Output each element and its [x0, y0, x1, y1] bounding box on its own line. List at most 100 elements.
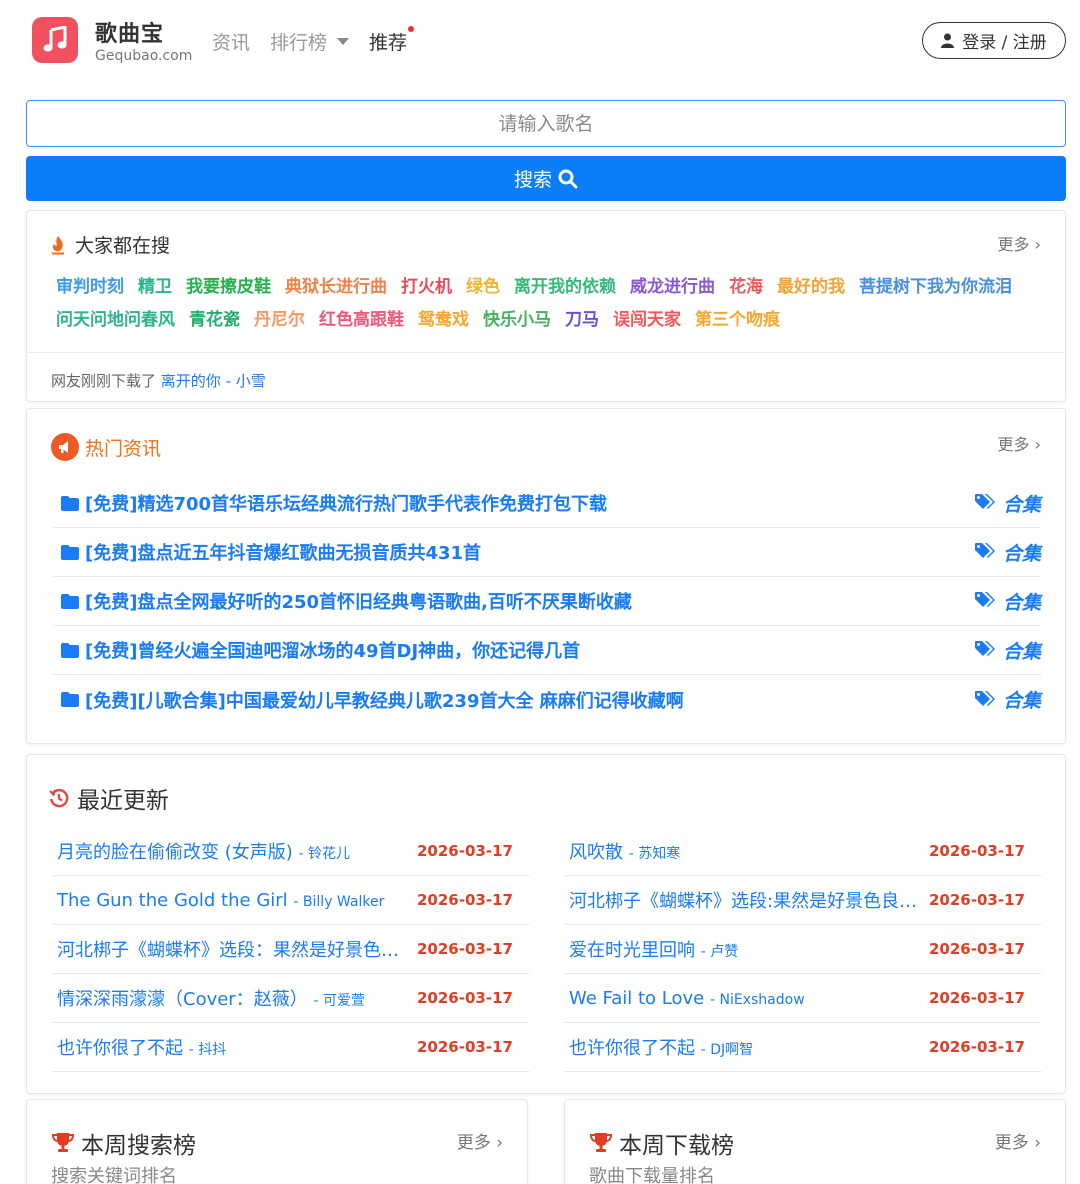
news-tag-label: 合集 [1002, 493, 1041, 516]
song-title: 情深深雨濛濛（Cover：赵薇） [57, 989, 308, 1010]
hot-search-tag[interactable]: 鸳鸯戏 [418, 304, 469, 337]
music-note-logo-icon[interactable] [32, 17, 78, 63]
hot-search-tag[interactable]: 威龙进行曲 [630, 271, 715, 304]
brand-domain: Gequbao.com [95, 48, 193, 64]
hot-search-tag[interactable]: 精卫 [138, 271, 172, 304]
hot-search-tag[interactable]: 丹尼尔 [254, 304, 305, 337]
update-date: 2026-03-17 [929, 891, 1025, 909]
song-artist: - 苏知寒 [628, 846, 681, 862]
update-date: 2026-03-17 [929, 940, 1025, 958]
hot-search-tag[interactable]: 问天问地问春风 [56, 304, 175, 337]
song-artist: - 可爱萱 [313, 993, 365, 1009]
hot-search-tag[interactable]: 花海 [729, 271, 763, 304]
latest-updates-card: 最近更新 月亮的脸在偷偷改变 (女声版) - 铃花儿 2026-03-17 The … [26, 754, 1066, 1094]
hot-search-tag[interactable]: 误闯天家 [613, 304, 681, 337]
nav-recommend[interactable]: 推荐 [369, 26, 415, 55]
hot-search-tag[interactable]: 刀马 [565, 304, 599, 337]
fire-icon [52, 235, 64, 254]
latest-updates-right-column: 风吹散 - 苏知寒 2026-03-17 河北梆子《蝴蝶杯》选段:果然是好景色良辰美… [565, 827, 1041, 1072]
hot-search-tag[interactable]: 青花瓷 [189, 304, 240, 337]
song-link[interactable]: 河北梆子《蝴蝶杯》选段：果然是好景色良辰美景 [53, 936, 413, 962]
megaphone-icon [51, 433, 79, 461]
weekly-search-more-link[interactable]: 更多 › [457, 1128, 503, 1153]
news-title-link[interactable]: [免费]盘点近五年抖音爆红歌曲无损音质共431首 [53, 539, 481, 565]
folder-icon [61, 495, 79, 511]
song-artist: - NiExshadow [709, 991, 805, 1008]
news-collection-tag[interactable]: 合集 [974, 490, 1041, 517]
song-link[interactable]: 也许你很了不起 - DJ啊智 [565, 1034, 925, 1060]
latest-updates-title: 最近更新 [77, 788, 169, 814]
song-title: 也许你很了不起 [57, 1038, 183, 1059]
news-row: [免费]精选700首华语乐坛经典流行热门歌手代表作免费打包下载 合集 [53, 479, 1041, 528]
hot-search-tag[interactable]: 菩提树下我为你流泪 [859, 271, 1012, 304]
song-link[interactable]: We Fail to Love - NiExshadow [565, 988, 925, 1009]
news-title-link[interactable]: [免费]盘点全网最好听的250首怀旧经典粤语歌曲,百听不厌果断收藏 [53, 588, 632, 614]
latest-updates-header: 最近更新 [49, 781, 169, 815]
song-title: 月亮的脸在偷偷改变 (女声版) [57, 842, 293, 863]
news-collection-tag[interactable]: 合集 [974, 588, 1041, 615]
artist-name: 铃花儿 [308, 846, 351, 862]
weekly-download-more-link[interactable]: 更多 › [995, 1128, 1041, 1153]
news-tag-label: 合集 [1002, 591, 1041, 614]
hot-news-header: 热门资讯 [51, 433, 161, 461]
news-title-link[interactable]: [免费][儿歌合集]中国最爱幼儿早教经典儿歌239首大全 麻麻们记得收藏啊 [53, 687, 684, 713]
nav-recommend-label: 推荐 [369, 32, 408, 54]
hot-news-more-link[interactable]: 更多 › [998, 431, 1042, 455]
brand-name[interactable]: 歌曲宝 [95, 16, 164, 48]
news-row: [免费][儿歌合集]中国最爱幼儿早教经典儿歌239首大全 麻麻们记得收藏啊 合集 [53, 675, 1041, 724]
nav-rank-label: 排行榜 [270, 32, 328, 54]
folder-icon [61, 544, 79, 560]
news-title-link[interactable]: [免费]曾经火遍全国迪吧溜冰场的49首DJ神曲，你还记得几首 [53, 637, 580, 663]
news-collection-tag[interactable]: 合集 [974, 539, 1041, 566]
news-title-link[interactable]: [免费]精选700首华语乐坛经典流行热门歌手代表作免费打包下载 [53, 490, 607, 516]
hot-search-tags: 审判时刻 精卫 我要擦皮鞋 典狱长进行曲 打火机 绿色 离开我的依赖 威龙进行曲 花海 最好的我菩… [56, 271, 1046, 337]
hot-search-tag[interactable]: 离开我的依赖 [514, 271, 616, 304]
song-link[interactable]: 也许你很了不起 - 抖抖 [53, 1034, 413, 1060]
update-date: 2026-03-17 [929, 842, 1025, 860]
latest-song-row: 爱在时光里回响 - 卢赞 2026-03-17 [565, 925, 1041, 974]
song-link[interactable]: 情深深雨濛濛（Cover：赵薇） - 可爱萱 [53, 985, 413, 1011]
news-title-text: [免费]盘点近五年抖音爆红歌曲无损音质共431首 [85, 543, 482, 564]
nav-rank-dropdown[interactable]: 排行榜 [270, 28, 350, 55]
hot-news-title: 热门资讯 [85, 437, 162, 460]
latest-song-row: 情深深雨濛濛（Cover：赵薇） - 可爱萱 2026-03-17 [53, 974, 529, 1023]
hot-search-tag[interactable]: 典狱长进行曲 [285, 271, 387, 304]
latest-song-row: 也许你很了不起 - DJ啊智 2026-03-17 [565, 1023, 1041, 1072]
song-link[interactable]: 月亮的脸在偷偷改变 (女声版) - 铃花儿 [53, 838, 413, 864]
update-date: 2026-03-17 [417, 891, 513, 909]
song-link[interactable]: The Gun the Gold the Girl - Billy Walker [53, 890, 413, 911]
song-link[interactable]: 爱在时光里回响 - 卢赞 [565, 936, 925, 962]
weekly-download-rank-subtitle: 歌曲下载量排名 [589, 1166, 715, 1184]
weekly-search-rank-card: 本周搜索榜 搜索关键词排名 更多 › [26, 1099, 528, 1184]
news-row: [免费]盘点全网最好听的250首怀旧经典粤语歌曲,百听不厌果断收藏 合集 [53, 577, 1041, 626]
latest-song-row: The Gun the Gold the Girl - Billy Walker… [53, 876, 529, 925]
song-link[interactable]: 风吹散 - 苏知寒 [565, 838, 925, 864]
hot-search-tag[interactable]: 我要擦皮鞋 [186, 271, 271, 304]
tags-icon [974, 641, 995, 656]
hot-search-tag[interactable]: 最好的我 [777, 271, 845, 304]
recent-download-song-link[interactable]: 离开的你 - 小雪 [161, 372, 266, 390]
news-collection-tag[interactable]: 合集 [974, 686, 1041, 713]
hot-search-tag[interactable]: 第三个吻痕 [695, 304, 780, 337]
hot-search-tag[interactable]: 打火机 [401, 271, 452, 304]
hot-search-tag[interactable]: 绿色 [466, 271, 500, 304]
notification-dot-icon [408, 26, 415, 32]
more-label: 更多 [994, 1133, 1029, 1153]
hot-search-tag[interactable]: 红色高跟鞋 [319, 304, 404, 337]
update-date: 2026-03-17 [417, 1038, 513, 1056]
login-register-button[interactable]: 登录 / 注册 [922, 22, 1066, 59]
search-button[interactable]: 搜索 [26, 156, 1066, 201]
nav-news[interactable]: 资讯 [212, 28, 250, 55]
caret-down-icon [337, 38, 350, 45]
song-title: 河北梆子《蝴蝶杯》选段:果然是好景色良辰美景 [569, 891, 925, 912]
hot-search-more-link[interactable]: 更多 › [998, 231, 1042, 255]
artist-name: 卢赞 [710, 944, 739, 960]
history-icon [49, 788, 69, 808]
news-collection-tag[interactable]: 合集 [974, 637, 1041, 664]
hot-search-tag[interactable]: 审判时刻 [56, 271, 124, 304]
user-icon [941, 33, 955, 48]
song-link[interactable]: 河北梆子《蝴蝶杯》选段:果然是好景色良辰美景 [565, 887, 925, 913]
hot-search-tag[interactable]: 快乐小马 [483, 304, 551, 337]
hot-search-card: 大家都在搜 更多 › 审判时刻 精卫 我要擦皮鞋 典狱长进行曲 打火机 绿色 离开我的依赖威… [26, 210, 1066, 402]
song-search-input[interactable] [26, 100, 1066, 147]
